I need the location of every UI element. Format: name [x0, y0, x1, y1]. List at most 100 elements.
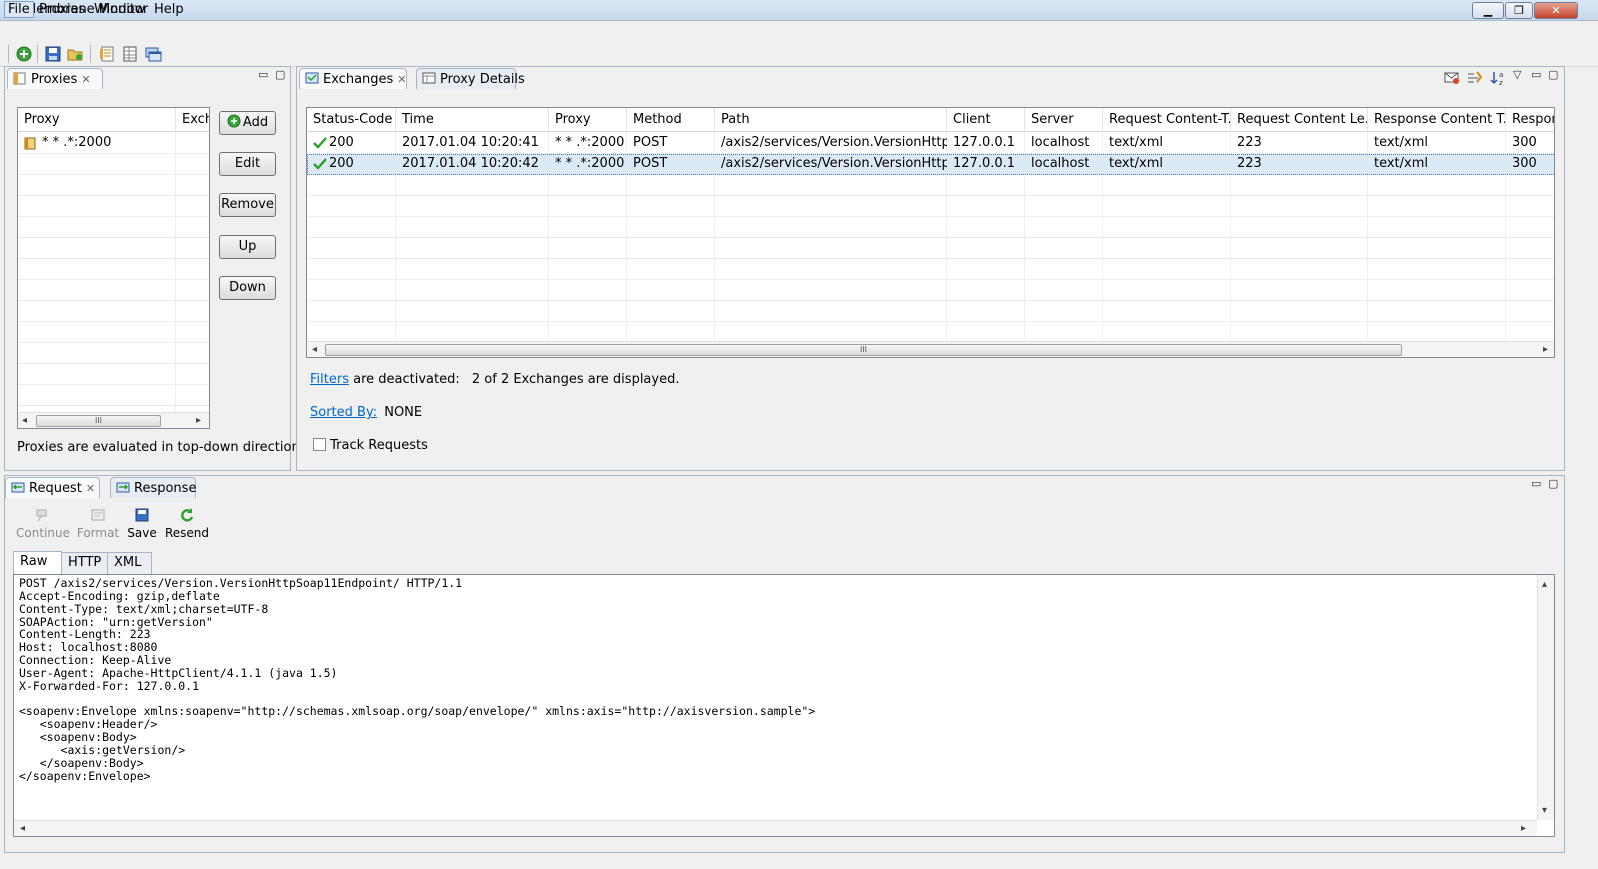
- scroll-left-arrow-icon[interactable]: ◂: [312, 344, 317, 355]
- subtab-xml[interactable]: XML: [107, 552, 152, 574]
- proxy-cell: * * .*:2000: [555, 156, 625, 171]
- column-header-exch[interactable]: Exch: [176, 108, 209, 132]
- column-header-proxy[interactable]: Proxy: [18, 108, 176, 132]
- toolbar-separator: [37, 45, 38, 63]
- scroll-left-arrow-icon[interactable]: ◂: [22, 415, 27, 426]
- edit-button[interactable]: Edit: [219, 152, 276, 176]
- close-tab-icon[interactable]: ✕: [81, 73, 90, 86]
- horizontal-scrollbar[interactable]: ◂ ▸: [14, 820, 1537, 836]
- response-cell: 300: [1512, 156, 1537, 171]
- close-tab-icon[interactable]: ✕: [86, 482, 95, 495]
- add-proxy-icon[interactable]: [15, 45, 33, 63]
- minimize-view-icon[interactable]: ▭: [1531, 477, 1541, 490]
- proxy-cell: * * .*:2000: [555, 135, 625, 150]
- log-icon[interactable]: [98, 45, 116, 63]
- path-cell: /axis2/services/Version.VersionHttpS...: [721, 135, 947, 150]
- up-button[interactable]: Up: [219, 235, 276, 259]
- scroll-right-arrow-icon[interactable]: ▸: [1543, 344, 1548, 355]
- maximize-view-icon[interactable]: ▢: [1548, 68, 1558, 81]
- column-header-time[interactable]: Time: [396, 108, 549, 132]
- proxies-hint-text: Proxies are evaluated in top-down direct…: [17, 440, 304, 455]
- column-header-client[interactable]: Client: [947, 108, 1025, 132]
- save-tool[interactable]: Save: [126, 507, 158, 543]
- time-cell: 2017.01.04 10:20:41: [402, 135, 539, 150]
- scroll-up-arrow-icon[interactable]: ▴: [1542, 579, 1547, 590]
- menu-window[interactable]: Window: [91, 2, 148, 17]
- menu-proxies[interactable]: Proxies: [36, 2, 88, 17]
- minimize-view-icon[interactable]: ▭: [1531, 68, 1541, 81]
- filters-link[interactable]: Filters: [310, 372, 349, 387]
- save-icon[interactable]: [44, 45, 62, 63]
- table-row: [18, 217, 209, 238]
- tab-proxy-details-label: Proxy Details: [440, 72, 525, 87]
- method-cell: POST: [633, 156, 668, 171]
- format-tool[interactable]: Format: [74, 507, 122, 543]
- continue-tool[interactable]: Continue: [16, 507, 70, 543]
- response-icon: [116, 480, 130, 494]
- vertical-scrollbar[interactable]: ▴ ▾: [1537, 575, 1554, 820]
- down-button[interactable]: Down: [219, 276, 276, 300]
- title-bar: [0, 0, 1598, 21]
- table-row-selected[interactable]: 200 2017.01.04 10:20:42 * * .*:2000 POST…: [307, 154, 1554, 175]
- subtab-raw[interactable]: Raw: [13, 551, 62, 574]
- sort-icon[interactable]: az: [1490, 70, 1506, 87]
- filter-icon[interactable]: [1467, 71, 1483, 85]
- column-header-response[interactable]: Respon: [1506, 108, 1554, 132]
- tab-request[interactable]: Request ✕: [5, 477, 100, 498]
- view-menu-icon[interactable]: ▽: [1513, 68, 1521, 81]
- table-icon[interactable]: [121, 45, 139, 63]
- tab-response[interactable]: Response: [110, 477, 196, 498]
- column-header-request-content-length[interactable]: Request Content Le...: [1231, 108, 1368, 132]
- column-header-response-content-type[interactable]: Response Content T...: [1368, 108, 1506, 132]
- table-row[interactable]: * * .*:2000: [18, 133, 209, 154]
- minimize-view-icon[interactable]: ▭: [258, 68, 268, 81]
- raw-request-area[interactable]: POST /axis2/services/Version.VersionHttp…: [13, 574, 1555, 837]
- subtab-http[interactable]: HTTP: [61, 552, 108, 574]
- column-header-proxy[interactable]: Proxy: [549, 108, 627, 132]
- continue-icon: [34, 507, 50, 526]
- track-requests[interactable]: Track Requests: [313, 438, 428, 453]
- minimize-button[interactable]: ▁: [1472, 2, 1504, 19]
- sorted-by-value: NONE: [384, 405, 423, 420]
- scroll-thumb[interactable]: III: [36, 415, 161, 427]
- horizontal-scrollbar[interactable]: ◂ III ▸: [307, 341, 1554, 357]
- scroll-left-arrow-icon[interactable]: ◂: [20, 823, 25, 834]
- maximize-button[interactable]: ❐: [1505, 2, 1533, 19]
- proxies-table-header: Proxy Exch: [18, 108, 209, 132]
- tab-proxies[interactable]: Proxies ✕: [7, 68, 103, 89]
- scroll-right-arrow-icon[interactable]: ▸: [196, 415, 201, 426]
- raw-request-text[interactable]: POST /axis2/services/Version.VersionHttp…: [19, 577, 815, 783]
- filters-state-text: are deactivated:: [353, 372, 460, 387]
- open-folder-icon[interactable]: [66, 45, 84, 63]
- menu-help[interactable]: Help: [151, 2, 187, 17]
- sorted-by-link[interactable]: Sorted By:: [310, 405, 377, 420]
- status-code-cell: 200: [329, 135, 354, 150]
- exchange-count-text: 2 of 2 Exchanges are displayed.: [471, 372, 680, 387]
- table-row: [307, 280, 1554, 301]
- add-button[interactable]: Add: [219, 111, 276, 135]
- scroll-down-arrow-icon[interactable]: ▾: [1542, 805, 1547, 816]
- windows-icon[interactable]: [144, 45, 162, 63]
- close-window-button[interactable]: ✕: [1534, 2, 1578, 19]
- table-row: [18, 259, 209, 280]
- tab-proxy-details[interactable]: Proxy Details: [416, 68, 525, 89]
- column-header-request-content-type[interactable]: Request Content-T...: [1103, 108, 1231, 132]
- column-header-path[interactable]: Path: [715, 108, 947, 132]
- scroll-thumb[interactable]: III: [325, 344, 1402, 356]
- horizontal-scrollbar[interactable]: ◂ III ▸: [18, 412, 209, 428]
- column-header-method[interactable]: Method: [627, 108, 715, 132]
- close-tab-icon[interactable]: ✕: [397, 73, 406, 86]
- menu-file[interactable]: File: [4, 1, 34, 18]
- column-header-server[interactable]: Server: [1025, 108, 1103, 132]
- scroll-right-arrow-icon[interactable]: ▸: [1521, 823, 1526, 834]
- track-requests-checkbox[interactable]: [313, 438, 326, 451]
- remove-button[interactable]: Remove: [219, 193, 276, 217]
- resend-tool[interactable]: Resend: [164, 507, 210, 543]
- maximize-view-icon[interactable]: ▢: [275, 68, 285, 81]
- column-header-status-code[interactable]: Status-Code: [307, 108, 396, 132]
- table-row[interactable]: 200 2017.01.04 10:20:41 * * .*:2000 POST…: [307, 133, 1554, 154]
- table-row: [18, 364, 209, 385]
- email-icon[interactable]: [1444, 71, 1460, 85]
- maximize-view-icon[interactable]: ▢: [1548, 477, 1558, 490]
- tab-exchanges[interactable]: Exchanges ✕: [299, 68, 407, 89]
